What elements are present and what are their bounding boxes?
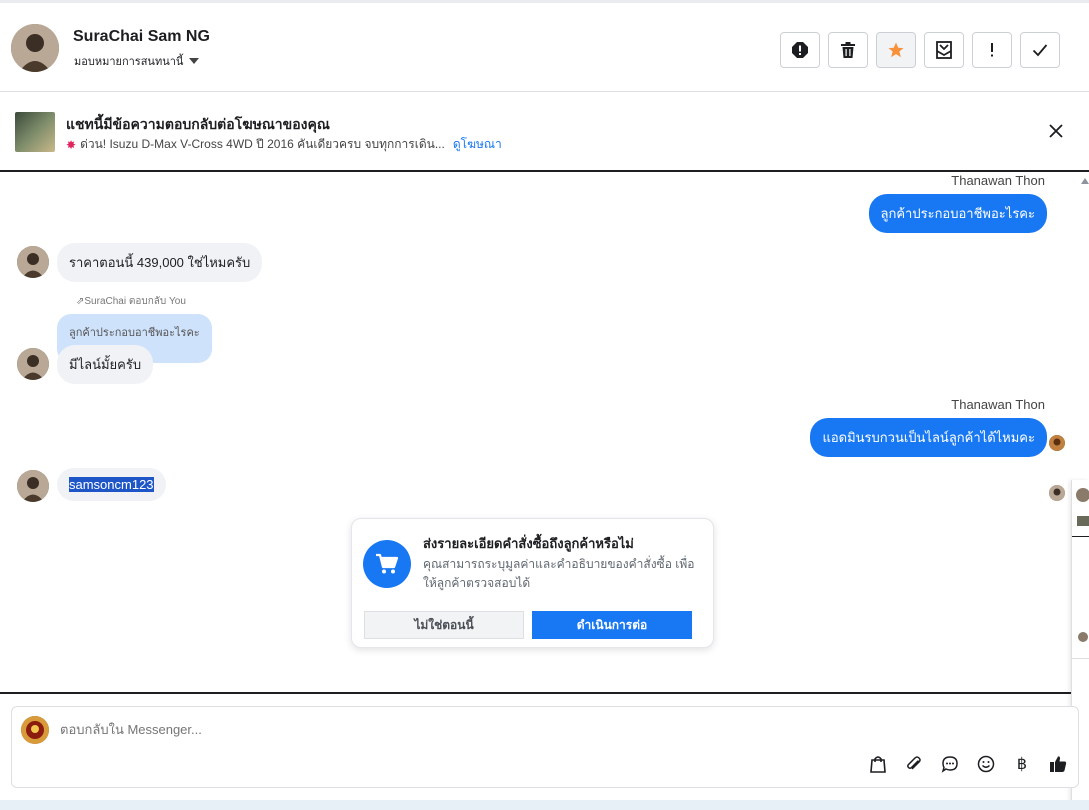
scroll-up-arrow[interactable] (1081, 178, 1089, 184)
seen-avatar (1049, 485, 1065, 501)
star-icon (888, 42, 904, 58)
page-avatar (21, 716, 49, 744)
outgoing-message[interactable]: แอดมินรบกวนเป็นไลน์ลูกค้าได้ไหมคะ (810, 418, 1047, 457)
close-icon[interactable] (1049, 124, 1063, 138)
emoji-icon[interactable] (976, 754, 996, 774)
archive-mail-icon (936, 41, 952, 59)
reply-composer: ฿ (11, 706, 1079, 788)
cart-icon (363, 540, 411, 588)
peek-avatar (1076, 488, 1089, 502)
burst-icon: ✸ (66, 137, 77, 152)
mark-done-button[interactable] (1020, 32, 1060, 68)
card-description: คุณสามารถระบุมูลค่าและคำอธิบายของคำสั่งซ… (423, 557, 695, 590)
reply-note: ⇗SuraChai ตอบกลับ You (76, 296, 186, 307)
chat-bubble-icon[interactable] (940, 754, 960, 774)
selected-text: samsoncm123 (69, 477, 154, 492)
send-order-details-card: ส่งรายละเอียดคำสั่งซื้อถึงลูกค้าหรือไม่ … (351, 518, 714, 648)
contact-name[interactable]: SuraChai Sam NG (73, 28, 210, 46)
footer-strip (0, 800, 1089, 810)
archive-button[interactable] (924, 32, 964, 68)
peek-thumbnail (1077, 516, 1089, 526)
peek-divider (1072, 658, 1089, 659)
ad-description: ด่วน! Isuzu D-Max V-Cross 4WD ปี 2016 คั… (80, 137, 445, 151)
conversation-thread[interactable]: Thanawan Thon ลูกค้าประกอบอาชีพอะไรคะ รา… (0, 172, 1089, 694)
caret-down-icon (189, 58, 200, 64)
assign-label: มอบหมายการสนทนานี้ (74, 56, 184, 68)
shopping-bag-icon[interactable] (868, 754, 888, 774)
reply-input[interactable] (60, 722, 660, 737)
continue-button[interactable]: ดำเนินการต่อ (532, 611, 692, 639)
incoming-message[interactable]: ราคาตอนนี้ 439,000 ใช่ไหมครับ (57, 243, 263, 282)
peek-avatar (1078, 632, 1088, 642)
incoming-message[interactable]: samsoncm123 (57, 468, 166, 501)
outgoing-message[interactable]: ลูกค้าประกอบอาชีพอะไรคะ (868, 194, 1047, 233)
check-icon (1032, 44, 1048, 57)
sender-name: Thanawan Thon (951, 173, 1045, 188)
spam-icon (792, 42, 808, 58)
contact-avatar[interactable] (11, 24, 59, 72)
paperclip-icon[interactable] (904, 754, 924, 774)
thumbs-up-icon[interactable] (1048, 754, 1068, 774)
ad-thumbnail[interactable] (15, 112, 55, 152)
incoming-message[interactable]: มีไลน์มั้ยครับ (57, 345, 154, 384)
reply-note-text: SuraChai ตอบกลับ You (84, 296, 186, 307)
composer-tools: ฿ (868, 754, 1068, 774)
trash-icon (841, 42, 855, 58)
not-now-button[interactable]: ไม่ใช่ตอนนี้ (364, 611, 524, 639)
contact-avatar-small (17, 348, 49, 380)
exclamation-icon (991, 43, 993, 57)
conversation-header: SuraChai Sam NG มอบหมายการสนทนานี้ (0, 0, 1089, 92)
delete-button[interactable] (828, 32, 868, 68)
ad-reply-banner: แชทนี้มีข้อความตอบกลับต่อโฆษณาของคุณ ✸ ด… (0, 92, 1089, 172)
baht-icon[interactable]: ฿ (1012, 754, 1032, 774)
mark-spam-button[interactable] (780, 32, 820, 68)
seen-avatar (1049, 435, 1065, 451)
sender-name: Thanawan Thon (951, 397, 1045, 412)
contact-avatar-small (17, 470, 49, 502)
assign-conversation-dropdown[interactable]: มอบหมายการสนทนานี้ (74, 52, 200, 70)
card-title: ส่งรายละเอียดคำสั่งซื้อถึงลูกค้าหรือไม่ (423, 536, 634, 551)
contact-avatar-small (17, 246, 49, 278)
header-actions (780, 32, 1060, 68)
ad-banner-title: แชทนี้มีข้อความตอบกลับต่อโฆษณาของคุณ (66, 116, 330, 132)
star-button[interactable] (876, 32, 916, 68)
ad-banner-subline: ✸ ด่วน! Isuzu D-Max V-Cross 4WD ปี 2016 … (66, 135, 502, 154)
peek-divider (1072, 536, 1089, 537)
view-ad-link[interactable]: ดูโฆษณา (453, 135, 502, 154)
mark-follow-up-button[interactable] (972, 32, 1012, 68)
